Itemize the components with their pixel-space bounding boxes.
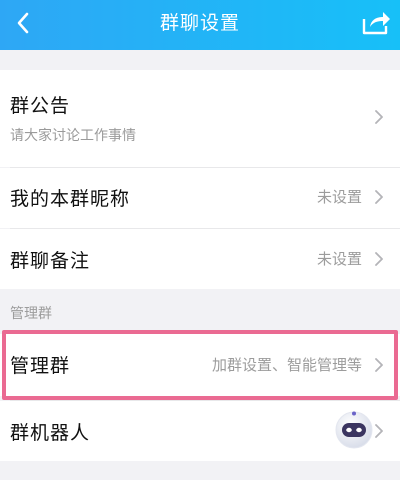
my-group-nickname-row[interactable]: 我的本群昵称 未设置 <box>0 168 400 228</box>
robot-label: 群机器人 <box>10 422 91 444</box>
remark-label: 群聊备注 <box>10 250 91 272</box>
chevron-right-icon <box>372 424 386 438</box>
announcement-content: 请大家讨论工作事情 <box>10 128 136 144</box>
nickname-value: 未设置 <box>316 188 362 206</box>
chevron-left-icon <box>17 12 29 34</box>
manage-value: 加群设置、智能管理等 <box>211 356 362 374</box>
robot-avatar-icon <box>334 410 374 450</box>
section-header-manage: 管理群 <box>10 306 52 322</box>
share-button[interactable] <box>354 0 398 46</box>
back-button[interactable] <box>2 0 44 46</box>
spacer <box>0 50 400 70</box>
footer-spacer <box>0 461 400 480</box>
share-icon <box>362 12 390 35</box>
group-remark-row[interactable]: 群聊备注 未设置 <box>0 229 400 289</box>
announcement-label: 群公告 <box>10 95 71 117</box>
manage-label: 管理群 <box>10 355 71 377</box>
manage-group-row[interactable]: 管理群 加群设置、智能管理等 <box>0 334 400 396</box>
chevron-right-icon <box>372 110 386 124</box>
title-bar: 群聊设置 <box>0 0 400 50</box>
nickname-label: 我的本群昵称 <box>10 188 131 210</box>
page-title: 群聊设置 <box>159 12 240 34</box>
remark-value: 未设置 <box>316 250 362 268</box>
chevron-right-icon <box>372 190 386 204</box>
group-announcement-row[interactable]: 群公告 请大家讨论工作事情 <box>0 70 400 167</box>
chevron-right-icon <box>372 252 386 266</box>
chevron-right-icon <box>372 358 386 372</box>
